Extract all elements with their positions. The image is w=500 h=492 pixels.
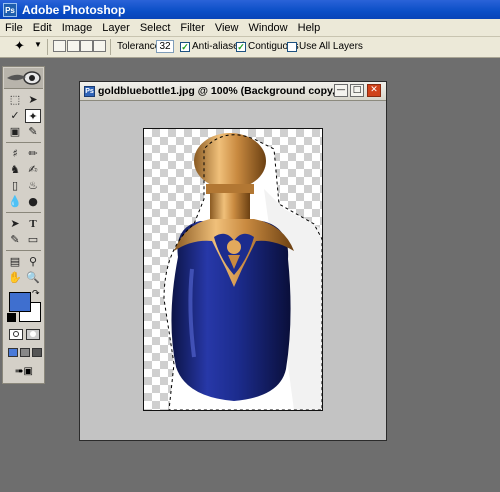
move-tool-icon[interactable]: ➤ bbox=[25, 93, 41, 107]
menu-edit[interactable]: Edit bbox=[28, 22, 57, 34]
image-canvas[interactable] bbox=[143, 128, 323, 411]
menu-file[interactable]: File bbox=[0, 22, 28, 34]
add-to-selection-button[interactable] bbox=[67, 40, 80, 52]
document-icon: Ps bbox=[84, 85, 95, 97]
paint-bucket-tool-icon[interactable]: ♨ bbox=[25, 179, 41, 193]
zoom-tool-icon[interactable]: 🔍 bbox=[25, 271, 41, 285]
anti-aliased-checkbox[interactable]: ✓ bbox=[180, 42, 190, 52]
brush-tool-icon[interactable]: ✏ bbox=[25, 147, 41, 161]
eye-feather-icon bbox=[7, 71, 41, 85]
notes-tool-icon[interactable]: ▤ bbox=[7, 255, 23, 269]
app-title-bar[interactable]: Ps Adobe Photoshop bbox=[0, 0, 500, 19]
clone-stamp-tool-icon[interactable]: ♞ bbox=[7, 163, 23, 177]
photoshop-app-icon: Ps bbox=[3, 2, 17, 17]
slice-tool-icon[interactable]: ✎ bbox=[25, 125, 41, 139]
foreground-color-swatch[interactable] bbox=[9, 292, 31, 312]
marquee-tool-icon[interactable]: ⬚ bbox=[7, 93, 23, 107]
separator bbox=[110, 39, 111, 55]
menu-layer[interactable]: Layer bbox=[97, 22, 135, 34]
app-title: Adobe Photoshop bbox=[22, 2, 126, 17]
separator bbox=[47, 39, 48, 55]
history-brush-tool-icon[interactable]: ✍ bbox=[25, 163, 41, 177]
default-colors-icon[interactable] bbox=[7, 313, 16, 322]
divider bbox=[6, 212, 41, 213]
jump-to-imageready-button[interactable]: ➠▣ bbox=[9, 365, 39, 378]
pen-tool-icon[interactable]: ✎ bbox=[7, 233, 23, 247]
hand-tool-icon[interactable]: ✋ bbox=[7, 271, 23, 285]
tolerance-input[interactable]: 32 bbox=[156, 40, 174, 53]
subtract-from-selection-button[interactable] bbox=[80, 40, 93, 52]
contiguous-checkbox[interactable]: ✓ bbox=[236, 42, 246, 52]
divider bbox=[6, 142, 41, 143]
maximize-button[interactable]: □ bbox=[350, 84, 364, 97]
document-title: goldbluebottle1.jpg @ 100% (Background c… bbox=[98, 85, 347, 97]
perfume-bottle-image bbox=[163, 133, 322, 410]
document-window: Ps goldbluebottle1.jpg @ 100% (Backgroun… bbox=[79, 81, 387, 441]
standard-mode-button[interactable] bbox=[9, 329, 23, 340]
magic-wand-tool-icon[interactable]: ✦ bbox=[25, 109, 41, 123]
menu-bar: File Edit Image Layer Select Filter View… bbox=[0, 19, 500, 37]
lasso-tool-icon[interactable]: ✓ bbox=[7, 109, 23, 123]
crop-tool-icon[interactable]: ▣ bbox=[7, 125, 23, 139]
close-button[interactable]: ✕ bbox=[367, 84, 381, 97]
intersect-selection-button[interactable] bbox=[93, 40, 106, 52]
divider bbox=[6, 250, 41, 251]
blur-tool-icon[interactable]: 💧 bbox=[7, 195, 23, 209]
quick-mask-mode-button[interactable] bbox=[26, 329, 40, 340]
menu-window[interactable]: Window bbox=[244, 22, 293, 34]
eraser-tool-icon[interactable]: ▯ bbox=[7, 179, 23, 193]
use-all-layers-checkbox[interactable] bbox=[287, 42, 297, 52]
standard-screen-mode-button[interactable] bbox=[8, 348, 18, 357]
full-screen-mode-button[interactable] bbox=[32, 348, 42, 357]
use-all-layers-label: Use All Layers bbox=[299, 41, 363, 52]
path-selection-tool-icon[interactable]: ➤ bbox=[7, 217, 23, 231]
healing-brush-tool-icon[interactable]: ♯ bbox=[7, 147, 23, 161]
magic-wand-icon[interactable]: ✦ bbox=[14, 38, 25, 54]
new-selection-button[interactable] bbox=[53, 40, 66, 52]
minimize-button[interactable]: — bbox=[334, 84, 348, 97]
menu-help[interactable]: Help bbox=[293, 22, 326, 34]
toolbox-panel: ⬚ ➤ ✓ ✦ ▣ ✎ ♯ ✏ ♞ ✍ ▯ ♨ 💧 ● ➤ T ✎ ▭ ▤ ⚲ … bbox=[2, 66, 45, 384]
shape-tool-icon[interactable]: ▭ bbox=[25, 233, 41, 247]
menu-image[interactable]: Image bbox=[57, 22, 98, 34]
dodge-tool-icon[interactable]: ● bbox=[25, 195, 41, 209]
eyedropper-tool-icon[interactable]: ⚲ bbox=[25, 255, 41, 269]
type-tool-icon[interactable]: T bbox=[25, 217, 41, 231]
full-screen-menu-mode-button[interactable] bbox=[20, 348, 30, 357]
menu-view[interactable]: View bbox=[210, 22, 244, 34]
swap-colors-icon[interactable]: ↷ bbox=[32, 289, 40, 299]
menu-filter[interactable]: Filter bbox=[175, 22, 209, 34]
options-bar: ✦ ▼ Tolerance: 32 ✓ Anti-aliased ✓ Conti… bbox=[0, 37, 500, 58]
tool-preset-dropdown-icon[interactable]: ▼ bbox=[34, 40, 42, 49]
toolbox-header[interactable] bbox=[4, 68, 43, 89]
menu-select[interactable]: Select bbox=[135, 22, 176, 34]
